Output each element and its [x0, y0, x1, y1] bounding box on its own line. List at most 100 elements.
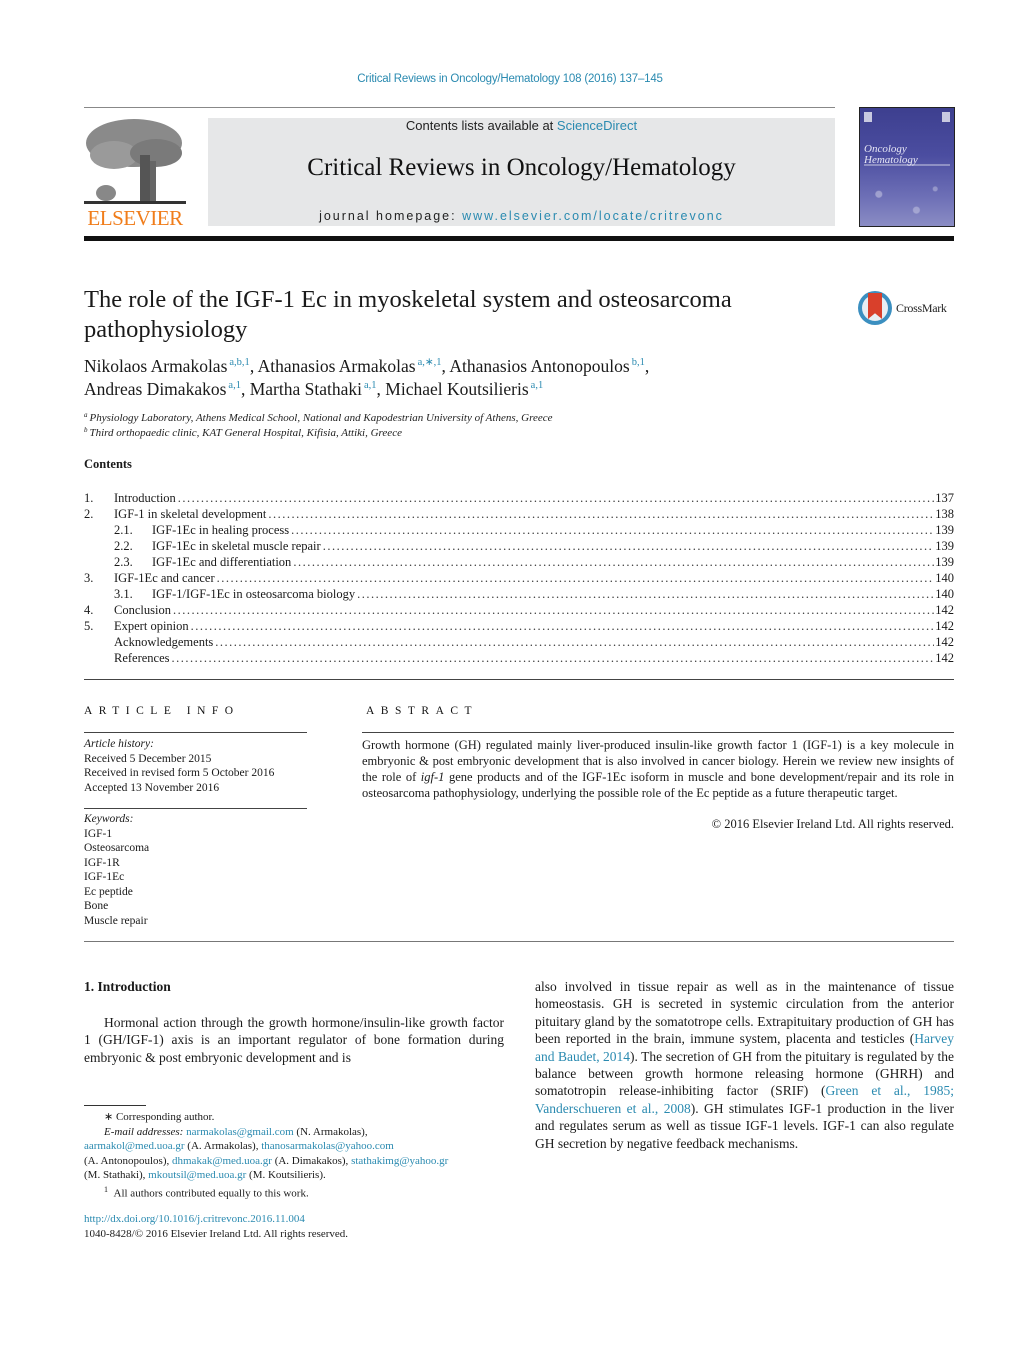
- toc-label[interactable]: Introduction: [114, 490, 176, 506]
- author[interactable]: Athanasios Armakolas a,∗,1: [258, 356, 442, 376]
- toc-leader-dots: [266, 506, 934, 522]
- header-thick-rule: [84, 236, 954, 241]
- toc-entry[interactable]: 3. IGF-1Ec and cancer 140: [84, 570, 954, 586]
- toc-page-number[interactable]: 138: [934, 506, 954, 522]
- toc-label[interactable]: IGF-1Ec and cancer: [114, 570, 215, 586]
- toc-label[interactable]: IGF-1/IGF-1Ec in osteosarcoma biology: [152, 586, 355, 602]
- keywords: Keywords: IGF-1 Osteosarcoma IGF-1R IGF-…: [84, 812, 307, 928]
- affiliation: a Physiology Laboratory, Athens Medical S…: [84, 411, 553, 424]
- toc-entry[interactable]: 2. IGF-1 in skeletal development 138: [84, 506, 954, 522]
- keyword: IGF-1R: [84, 856, 120, 869]
- toc-leader-dots: [213, 634, 934, 650]
- toc-entry[interactable]: 4. Conclusion 142: [84, 602, 954, 618]
- corresponding-author-note: ∗ Corresponding author.: [104, 1111, 215, 1123]
- toc-entry[interactable]: 2.3. IGF-1Ec and differentiation 139: [84, 554, 954, 570]
- cover-subtitle-bar: [864, 164, 950, 166]
- toc-label[interactable]: IGF-1 in skeletal development: [114, 506, 266, 522]
- homepage-prefix: journal homepage:: [319, 209, 463, 223]
- section-rule: [84, 679, 954, 680]
- author[interactable]: Andreas Dimakakos a,1: [84, 379, 241, 399]
- toc-number: 3.1.: [114, 587, 133, 601]
- keyword: Ec peptide: [84, 885, 133, 898]
- equal-contribution-note: 1 All authors contributed equally to thi…: [104, 1184, 309, 1200]
- toc-label[interactable]: IGF-1Ec in skeletal muscle repair: [152, 538, 321, 554]
- toc-number: 2.: [84, 507, 94, 521]
- toc-number: 1.: [84, 491, 94, 505]
- toc-page-number[interactable]: 142: [934, 602, 954, 618]
- elsevier-logo[interactable]: ELSEVIER: [84, 115, 186, 230]
- toc-leader-dots: [291, 554, 934, 570]
- author[interactable]: Athanasios Antonopoulos b,1: [449, 356, 644, 376]
- toc-entry[interactable]: 5. Expert opinion 142: [84, 618, 954, 634]
- toc-entry[interactable]: 2.2. IGF-1Ec in skeletal muscle repair 139: [84, 538, 954, 554]
- email-link[interactable]: mkoutsil@med.uoa.gr: [148, 1169, 246, 1181]
- toc-label[interactable]: References: [114, 650, 170, 666]
- journal-title: Critical Reviews in Oncology/Hematology: [307, 154, 736, 181]
- author-list: Nikolaos Armakolas a,b,1, Athanasios Arma…: [84, 356, 650, 399]
- contents-prefix: Contents lists available at: [405, 118, 557, 133]
- email-link[interactable]: narmakolas@gmail.com: [186, 1126, 294, 1138]
- article-title: The role of the IGF-1 Ec in myoskeletal …: [84, 286, 732, 343]
- cover-cells-pattern: [860, 173, 954, 226]
- toc-page-number[interactable]: 139: [934, 522, 954, 538]
- toc-page-number[interactable]: 142: [934, 650, 954, 666]
- email-addresses: E-mail addresses: narmakolas@gmail.com (…: [84, 1125, 449, 1182]
- body-paragraph: also involved in tissue repair as well a…: [535, 979, 954, 1151]
- doi-link[interactable]: http://dx.doi.org/10.1016/j.critrevonc.2…: [84, 1213, 305, 1225]
- journal-homepage-link[interactable]: www.elsevier.com/locate/critrevonc: [462, 209, 724, 223]
- history-item: Received in revised form 5 October 2016: [84, 767, 275, 779]
- article-info-rule: [84, 732, 307, 733]
- header-rule: [84, 107, 835, 108]
- toc-entry[interactable]: 2.1. IGF-1Ec in healing process 139: [84, 522, 954, 538]
- toc-entry[interactable]: Acknowledgements 142: [84, 634, 954, 650]
- toc-page-number[interactable]: 140: [934, 570, 954, 586]
- crossmark-label: CrossMark: [896, 301, 947, 315]
- journal-citation[interactable]: Critical Reviews in Oncology/Hematology …: [0, 73, 1020, 85]
- abstract-text: Growth hormone (GH) regulated mainly liv…: [362, 738, 954, 800]
- toc-leader-dots: [176, 490, 934, 506]
- crossmark-button[interactable]: CrossMark: [858, 291, 958, 331]
- journal-cover-image[interactable]: Oncology Hematology: [859, 107, 955, 227]
- toc-label[interactable]: IGF-1Ec and differentiation: [152, 554, 291, 570]
- author[interactable]: Nikolaos Armakolas a,b,1: [84, 356, 250, 376]
- toc-entry[interactable]: References 142: [84, 650, 954, 666]
- cover-logo-icon: [864, 112, 872, 122]
- toc-page-number[interactable]: 142: [934, 618, 954, 634]
- sciencedirect-link[interactable]: ScienceDirect: [557, 118, 637, 133]
- section-heading-introduction: 1. Introduction: [84, 979, 171, 994]
- journal-homepage-line: journal homepage: www.elsevier.com/locat…: [208, 209, 835, 223]
- toc-entry[interactable]: 1. Introduction 137: [84, 490, 954, 506]
- contents-available-line: Contents lists available at ScienceDirec…: [208, 118, 835, 133]
- toc-label[interactable]: Acknowledgements: [114, 634, 213, 650]
- keyword: Muscle repair: [84, 914, 148, 927]
- toc-label[interactable]: Conclusion: [114, 602, 171, 618]
- toc-page-number[interactable]: 137: [934, 490, 954, 506]
- cover-title: Oncology Hematology: [864, 143, 918, 166]
- toc-page-number[interactable]: 142: [934, 634, 954, 650]
- toc-number: 4.: [84, 603, 94, 617]
- email-link[interactable]: stathakimg@yahoo.gr: [351, 1155, 448, 1167]
- toc-page-number[interactable]: 139: [934, 554, 954, 570]
- author[interactable]: Martha Stathaki a,1: [250, 379, 377, 399]
- keywords-label: Keywords:: [84, 813, 134, 825]
- toc-page-number[interactable]: 140: [934, 586, 954, 602]
- toc-label[interactable]: IGF-1Ec in healing process: [152, 522, 289, 538]
- keyword: Bone: [84, 900, 109, 912]
- toc-leader-dots: [189, 618, 935, 634]
- toc-label[interactable]: Expert opinion: [114, 618, 189, 634]
- elsevier-wordmark: ELSEVIER: [87, 206, 183, 230]
- keywords-rule: [84, 808, 307, 809]
- toc-page-number[interactable]: 139: [934, 538, 954, 554]
- history-label: Article history:: [84, 738, 154, 750]
- article-history: Article history: Received 5 December 201…: [84, 737, 307, 795]
- body-paragraph: Hormonal action through the growth hormo…: [84, 1015, 504, 1065]
- history-item: Received 5 December 2015: [84, 752, 212, 765]
- email-link[interactable]: aarmakol@med.uoa.gr: [84, 1140, 185, 1152]
- email-link[interactable]: dhmakak@med.uoa.gr: [172, 1155, 272, 1167]
- tree-logo-icon: [84, 115, 186, 207]
- email-link[interactable]: thanosarmakolas@yahoo.com: [261, 1140, 394, 1152]
- author[interactable]: Michael Koutsilieris a,1: [385, 379, 543, 399]
- toc-entry[interactable]: 3.1. IGF-1/IGF-1Ec in osteosarcoma biolog…: [84, 586, 954, 602]
- toc-leader-dots: [170, 650, 935, 666]
- toc-number: 3.: [84, 571, 94, 585]
